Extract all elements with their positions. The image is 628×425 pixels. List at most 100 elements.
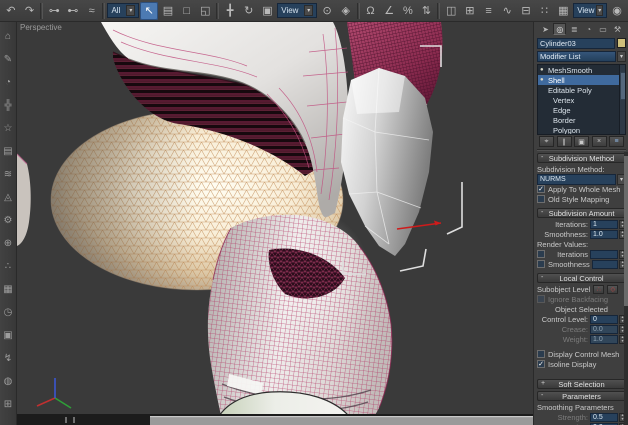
left-tool-12-icon[interactable]: ▦ xyxy=(1,278,16,301)
iterations-field[interactable]: 1 xyxy=(590,220,618,229)
render-smoothness-checkbox[interactable]: ✓ xyxy=(537,260,545,268)
select-and-link-icon[interactable]: ⊶ xyxy=(45,2,63,20)
bind-to-spacewarp-icon[interactable]: ≈ xyxy=(83,2,101,20)
viewport-3d-scene[interactable] xyxy=(17,22,533,425)
tab-utilities[interactable]: ⚒ xyxy=(611,23,624,35)
left-tool-14-icon[interactable]: ▣ xyxy=(1,324,16,347)
select-and-manipulate-icon[interactable]: ◈ xyxy=(337,2,355,20)
subobject-vertex-button[interactable]: ∴ xyxy=(593,285,604,294)
stack-item-meshsmooth[interactable]: ● MeshSmooth xyxy=(538,65,625,75)
mirror-icon[interactable]: ◫ xyxy=(442,2,460,20)
display-control-mesh-checkbox[interactable]: ✓ xyxy=(537,350,545,358)
render-iterations-field[interactable] xyxy=(590,250,618,259)
spinner-snap-icon[interactable]: ⇅ xyxy=(418,2,436,20)
tab-hierarchy[interactable]: ≣ xyxy=(568,23,581,35)
ignore-backfacing-checkbox: ✓ xyxy=(537,295,545,303)
quick-render-icon[interactable]: ◉ xyxy=(608,2,626,20)
left-tool-11-icon[interactable]: ∴ xyxy=(1,255,16,278)
select-object-icon[interactable]: ↖ xyxy=(140,2,158,20)
align-icon[interactable]: ⊞ xyxy=(461,2,479,20)
stack-item-editable-poly[interactable]: Editable Poly xyxy=(538,85,625,95)
chevron-down-icon[interactable]: ▾ xyxy=(617,51,626,62)
use-pivot-center-icon[interactable]: ⊙ xyxy=(318,2,336,20)
configure-modifier-sets-button[interactable]: ≡ xyxy=(609,136,624,147)
tab-display[interactable]: ▭ xyxy=(597,23,610,35)
rollout-local-control[interactable]: - Local Control xyxy=(537,273,626,283)
left-tool-10-icon[interactable]: ⊕ xyxy=(1,232,16,255)
left-tool-2-icon[interactable]: ✎ xyxy=(1,48,16,71)
window-crossing-icon[interactable]: ◱ xyxy=(197,2,215,20)
old-style-mapping-checkbox[interactable]: ✓ xyxy=(537,195,545,203)
rollout-soft-selection[interactable]: + Soft Selection xyxy=(537,379,626,389)
strength-field[interactable]: 0.5 xyxy=(590,413,618,422)
stack-item-vertex[interactable]: Vertex xyxy=(538,95,625,105)
stack-item-edge[interactable]: Edge xyxy=(538,105,625,115)
panel-scrollbar[interactable] xyxy=(624,152,628,425)
panel-separator xyxy=(537,149,626,151)
rollout-parameters[interactable]: - Parameters xyxy=(537,391,626,401)
tab-motion[interactable]: ◔ xyxy=(582,23,595,35)
perspective-viewport[interactable]: Perspective xyxy=(17,22,533,425)
render-smoothness-field[interactable] xyxy=(592,260,619,269)
left-tool-4-icon[interactable]: ╬ xyxy=(1,94,16,117)
redo-icon[interactable]: ↷ xyxy=(21,2,39,20)
left-tool-5-icon[interactable]: ☆ xyxy=(1,117,16,140)
subdivision-method-dropdown[interactable]: NURMS xyxy=(537,174,616,185)
toolbar-separator xyxy=(102,3,105,19)
selection-filter-dropdown[interactable]: All ▾ xyxy=(107,3,139,18)
render-view-dropdown[interactable]: View ▾ xyxy=(573,3,607,18)
layer-manager-icon[interactable]: ≡ xyxy=(480,2,498,20)
make-unique-button[interactable]: ▣ xyxy=(574,136,589,147)
left-tool-7-icon[interactable]: ≋ xyxy=(1,163,16,186)
select-by-name-icon[interactable]: ▤ xyxy=(159,2,177,20)
stack-item-shell[interactable]: ● Shell xyxy=(538,75,625,85)
rollout-subdivision-amount[interactable]: - Subdivision Amount xyxy=(537,208,626,218)
object-selected-label: Object Selected xyxy=(555,305,608,314)
pin-stack-button[interactable]: ⌖ xyxy=(539,136,554,147)
select-and-move-icon[interactable]: ╋ xyxy=(221,2,239,20)
left-tool-16-icon[interactable]: ◍ xyxy=(1,370,16,393)
left-tool-6-icon[interactable]: ▤ xyxy=(1,140,16,163)
select-and-scale-icon[interactable]: ▣ xyxy=(259,2,277,20)
object-name-field[interactable]: Cylinder03 xyxy=(537,38,615,49)
rollout-subdivision-method[interactable]: - Subdivision Method xyxy=(537,153,626,163)
lightbulb-icon[interactable]: ● xyxy=(540,77,546,83)
remove-modifier-button[interactable]: × xyxy=(592,136,607,147)
stack-item-border[interactable]: Border xyxy=(538,115,625,125)
lightbulb-icon[interactable]: ● xyxy=(540,67,546,73)
control-level-field[interactable]: 0 xyxy=(590,315,618,324)
curve-editor-icon[interactable]: ∿ xyxy=(498,2,516,20)
unlink-selection-icon[interactable]: ⊷ xyxy=(64,2,82,20)
apply-whole-mesh-checkbox[interactable]: ✓ xyxy=(537,185,545,193)
percent-snap-icon[interactable]: % xyxy=(399,2,417,20)
render-setup-icon[interactable]: ▦ xyxy=(555,2,573,20)
left-tool-9-icon[interactable]: ⚙ xyxy=(1,209,16,232)
object-color-swatch[interactable] xyxy=(617,38,626,48)
material-editor-icon[interactable]: ∷ xyxy=(536,2,554,20)
left-tool-8-icon[interactable]: ◬ xyxy=(1,186,16,209)
tab-modify[interactable]: ◎ xyxy=(553,23,566,35)
stack-item-polygon[interactable]: Polygon xyxy=(538,125,625,135)
schematic-view-icon[interactable]: ⊟ xyxy=(517,2,535,20)
left-tool-15-icon[interactable]: ↯ xyxy=(1,347,16,370)
selection-region-icon[interactable]: □ xyxy=(178,2,196,20)
left-tool-1-icon[interactable]: ⌂ xyxy=(1,25,16,48)
show-end-result-button[interactable]: ∥ xyxy=(557,136,572,147)
stack-scrollbar[interactable] xyxy=(619,65,625,134)
left-tool-13-icon[interactable]: ◷ xyxy=(1,301,16,324)
left-tool-17-icon[interactable]: ⊞ xyxy=(1,393,16,416)
select-and-rotate-icon[interactable]: ↻ xyxy=(240,2,258,20)
angle-snap-icon[interactable]: ∠ xyxy=(380,2,398,20)
undo-icon[interactable]: ↶ xyxy=(2,2,20,20)
modifier-list-dropdown[interactable]: Modifier List xyxy=(537,51,616,62)
snap-toggle-icon[interactable]: Ω xyxy=(362,2,380,20)
left-tool-3-icon[interactable]: ◔ xyxy=(1,71,16,94)
coordinate-system-dropdown[interactable]: View ▾ xyxy=(277,3,317,18)
tab-create[interactable]: ➤ xyxy=(539,23,552,35)
viewport-label[interactable]: Perspective xyxy=(20,23,62,32)
render-iterations-checkbox[interactable]: ✓ xyxy=(537,250,545,258)
time-slider-strip[interactable] xyxy=(17,414,533,425)
isoline-display-checkbox[interactable]: ✓ xyxy=(537,360,545,368)
subobject-edge-button[interactable]: ◇ xyxy=(607,285,618,294)
smoothness-field[interactable]: 1.0 xyxy=(590,230,618,239)
